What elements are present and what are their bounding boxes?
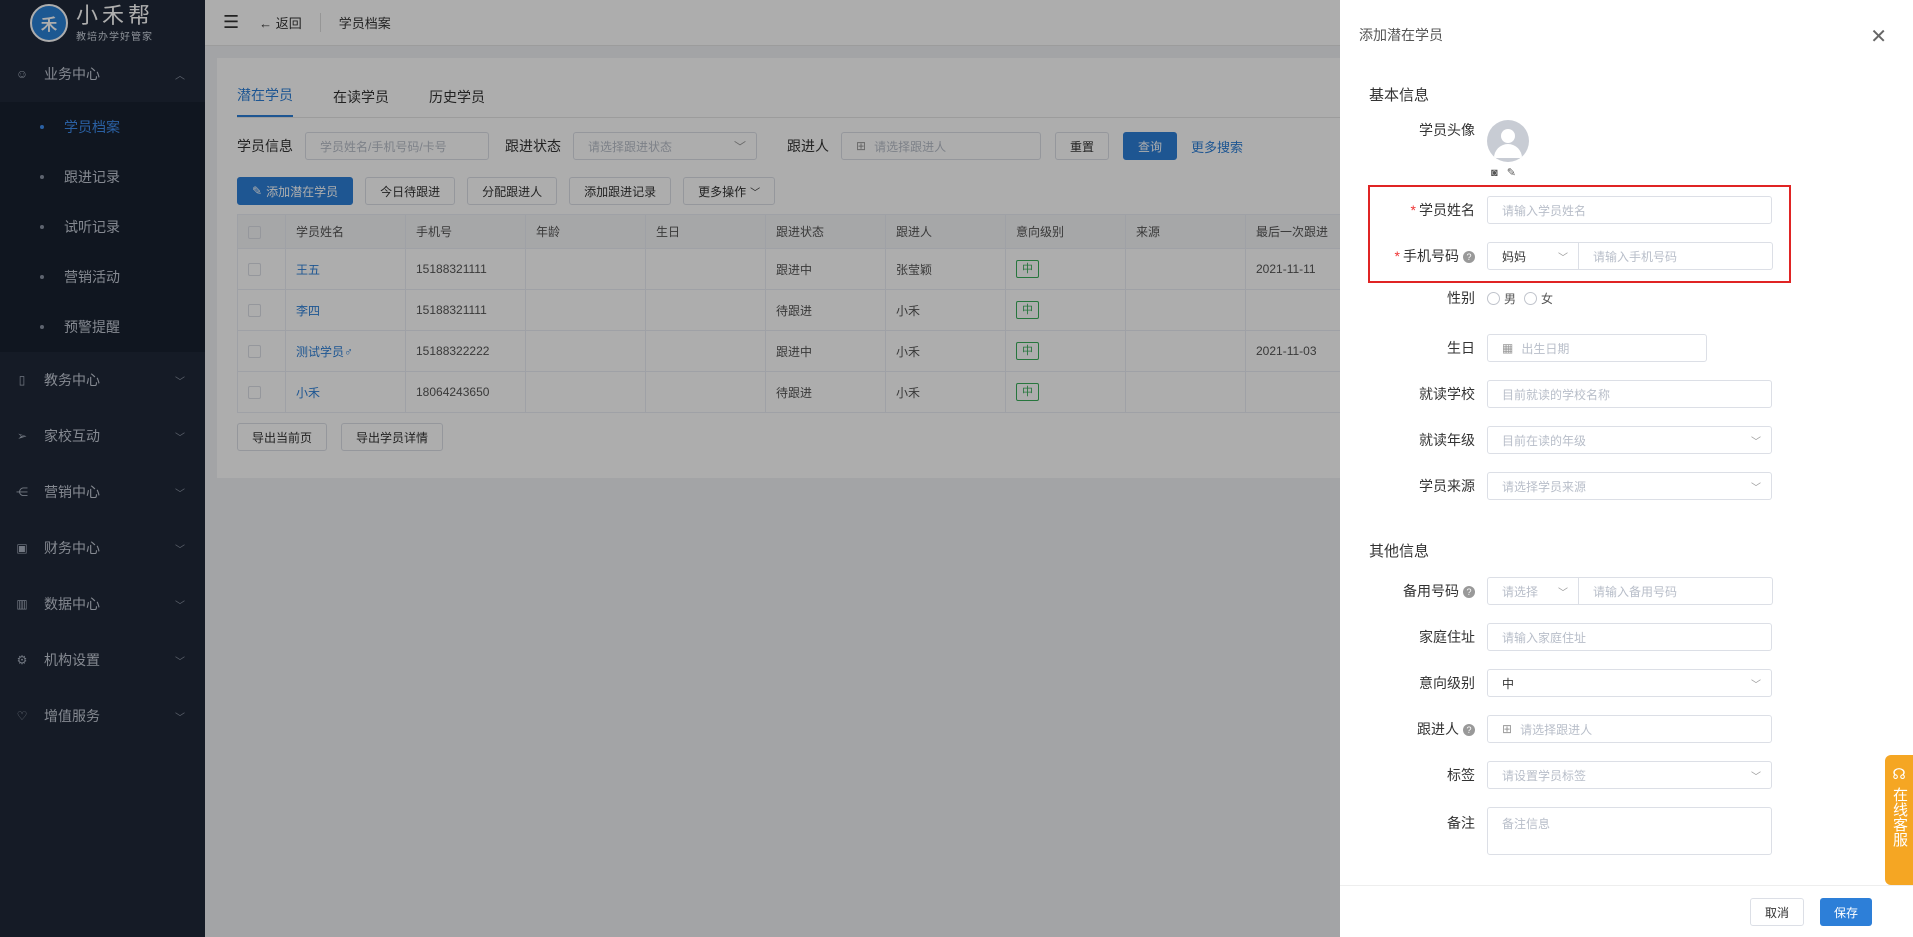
cancel-button[interactable]: 取消	[1750, 898, 1805, 926]
follower-label: 跟进人?	[1340, 719, 1487, 739]
birthday-row: 生日 ▦ 出生日期	[1340, 334, 1707, 362]
avatar[interactable]	[1487, 120, 1529, 162]
address-row: 家庭住址 请输入家庭住址	[1340, 623, 1772, 651]
tag-select[interactable]: 请设置学员标签 ﹀	[1487, 761, 1772, 789]
save-button[interactable]: 保存	[1820, 898, 1873, 926]
online-service-button[interactable]: ☊ 在线客服	[1885, 755, 1913, 885]
drawer-footer: 取消 保存	[1340, 885, 1913, 937]
gender-label: 性别	[1447, 290, 1475, 306]
calendar-icon: ▦	[1502, 341, 1514, 355]
birthday-picker[interactable]: ▦ 出生日期	[1487, 334, 1707, 362]
online-service-label: 在线客服	[1891, 787, 1908, 847]
chevron-down-icon: ﹀	[1751, 436, 1761, 448]
edit-icon[interactable]: ✎	[1507, 167, 1516, 179]
tag-label: 标签	[1447, 767, 1475, 783]
question-icon: ?	[1463, 724, 1475, 736]
drawer-header: 添加潜在学员 ✕	[1340, 0, 1913, 70]
gender-male-radio[interactable]: 男	[1487, 290, 1516, 307]
remark-textarea[interactable]: 备注信息	[1487, 807, 1772, 855]
address-label: 家庭住址	[1419, 629, 1475, 645]
backup-phone-input[interactable]: 请输入备用号码	[1579, 577, 1773, 605]
question-icon: ?	[1463, 586, 1475, 598]
school-label: 就读学校	[1419, 386, 1475, 402]
intent-select[interactable]: 中 ﹀	[1487, 669, 1772, 697]
chevron-down-icon: ﹀	[1751, 679, 1761, 691]
chevron-down-icon: ﹀	[1751, 771, 1761, 783]
remark-label: 备注	[1447, 815, 1475, 831]
gender-row: 性别 男 女	[1340, 288, 1553, 308]
gender-female-radio[interactable]: 女	[1524, 290, 1553, 307]
backup-relation-select[interactable]: 请选择 ﹀	[1487, 577, 1579, 605]
backup-phone-label: 备用号码?	[1340, 581, 1487, 601]
school-row: 就读学校 目前就读的学校名称	[1340, 380, 1772, 408]
add-student-drawer: 添加潜在学员 ✕ 基本信息 学员头像 ◙ ✎ * 学员姓名 请输入学员姓名 * 手机…	[1340, 0, 1913, 937]
grade-label: 就读年级	[1419, 432, 1475, 448]
birthday-label: 生日	[1447, 340, 1475, 356]
school-input[interactable]: 目前就读的学校名称	[1487, 380, 1772, 408]
other-info-title: 其他信息	[1369, 543, 1430, 560]
close-icon[interactable]: ✕	[1870, 24, 1887, 49]
intent-label: 意向级别	[1419, 675, 1475, 691]
avatar-row: 学员头像 ◙ ✎	[1340, 120, 1529, 179]
grade-row: 就读年级 目前在读的年级 ﹀	[1340, 426, 1772, 454]
basic-info-title: 基本信息	[1369, 87, 1430, 104]
required-fields-highlight	[1368, 185, 1791, 283]
chevron-down-icon: ﹀	[1751, 482, 1761, 494]
follower-picker[interactable]: ⊞ 请选择跟进人	[1487, 715, 1772, 743]
intent-row: 意向级别 中 ﹀	[1340, 669, 1772, 697]
modal-overlay[interactable]	[0, 0, 1340, 937]
tag-row: 标签 请设置学员标签 ﹀	[1340, 761, 1772, 789]
headset-icon: ☊	[1892, 766, 1906, 783]
grade-select[interactable]: 目前在读的年级 ﹀	[1487, 426, 1772, 454]
source-label: 学员来源	[1419, 478, 1475, 494]
chevron-down-icon: ﹀	[1558, 587, 1568, 599]
address-input[interactable]: 请输入家庭住址	[1487, 623, 1772, 651]
source-select[interactable]: 请选择学员来源 ﹀	[1487, 472, 1772, 500]
avatar-label: 学员头像	[1419, 122, 1475, 138]
follower-row: 跟进人? ⊞ 请选择跟进人	[1340, 715, 1772, 743]
remark-row: 备注 备注信息	[1340, 807, 1772, 855]
grid-icon: ⊞	[1502, 722, 1513, 736]
drawer-title: 添加潜在学员	[1359, 27, 1443, 43]
source-row: 学员来源 请选择学员来源 ﹀	[1340, 472, 1772, 500]
backup-phone-row: 备用号码? 请选择 ﹀ 请输入备用号码	[1340, 577, 1773, 605]
camera-icon[interactable]: ◙	[1491, 167, 1498, 179]
